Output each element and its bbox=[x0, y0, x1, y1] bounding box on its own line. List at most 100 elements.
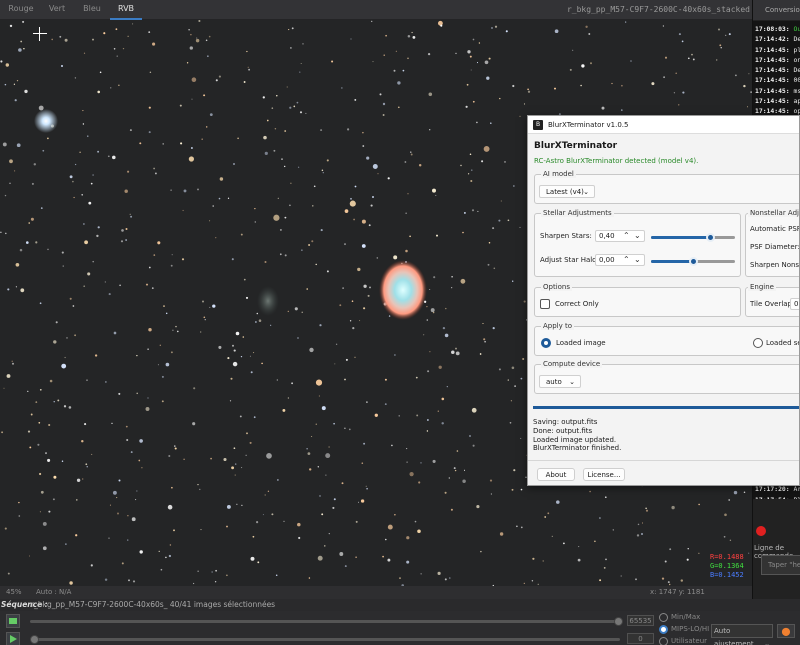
blue-value: B=0.1452 bbox=[710, 571, 744, 579]
dialog-separator bbox=[528, 460, 799, 461]
dialog-heading: BlurXTerminator bbox=[534, 141, 618, 151]
console-message: 00 bbox=[793, 76, 800, 85]
sharpen-stars-value: 0,40 bbox=[599, 232, 615, 240]
high-slider-track[interactable] bbox=[30, 620, 620, 623]
nonstellar-label: Nonstellar Adjustments bbox=[748, 209, 799, 217]
console-line: 17:17:54: Bl bbox=[755, 495, 800, 499]
console-line: 17:14:42: De bbox=[755, 34, 800, 44]
image-button[interactable] bbox=[6, 614, 20, 628]
sequence-text: r_bkg_pp_M57-C9F7-2600C-40x60s_ 40/41 im… bbox=[31, 600, 276, 609]
low-slider-handle[interactable] bbox=[30, 635, 39, 644]
zoom-level: 45% bbox=[6, 588, 22, 596]
apply-to-label: Apply to bbox=[541, 322, 575, 330]
sharpen-stars-slider[interactable] bbox=[651, 233, 735, 242]
compute-device-select[interactable]: auto ⌄ bbox=[539, 375, 581, 388]
play-icon bbox=[10, 635, 17, 643]
console-timestamp: 17:08:03: bbox=[755, 25, 790, 33]
console-message: Bl bbox=[790, 496, 800, 499]
dialog-titlebar[interactable]: B BlurXTerminator v1.0.5 bbox=[528, 116, 799, 134]
radio-minmax[interactable]: Min/Max bbox=[659, 612, 700, 622]
stellar-label: Stellar Adjustments bbox=[541, 209, 614, 217]
radio-user[interactable]: Utilisateur bbox=[659, 636, 707, 645]
app-icon: B bbox=[533, 120, 543, 130]
compute-device-label: Compute device bbox=[541, 360, 603, 368]
chevron-down-icon: ⌄ bbox=[764, 640, 770, 645]
tab-blue[interactable]: Bleu bbox=[74, 0, 110, 20]
sharpen-stars-handle[interactable] bbox=[705, 233, 715, 242]
log-line: Saving: output.fits bbox=[533, 418, 598, 426]
tile-overlap-value: 0, bbox=[794, 300, 799, 308]
star-halos-label: Adjust Star Halos: bbox=[540, 256, 603, 264]
console-message: Ou bbox=[793, 25, 800, 33]
console-timestamp: 17:17:20: bbox=[755, 485, 790, 494]
console-message: ms bbox=[793, 86, 800, 95]
tab-red[interactable]: Rouge bbox=[2, 0, 40, 20]
sharpen-nonstellar-label: Sharpen Nonstellar: bbox=[750, 261, 800, 269]
loaded-sequence-radio[interactable] bbox=[753, 338, 763, 348]
compute-device-group: Compute device auto ⌄ bbox=[534, 360, 799, 394]
tab-rgb[interactable]: RVB bbox=[110, 0, 142, 20]
progress-bar bbox=[533, 406, 799, 409]
high-value-field[interactable]: 65535 bbox=[627, 615, 654, 626]
red-value: R=0.1488 bbox=[710, 553, 744, 561]
increment-icon[interactable]: ⌃ bbox=[623, 254, 630, 265]
console-message: De bbox=[793, 35, 800, 44]
star-halos-value: 0,00 bbox=[599, 256, 615, 264]
tab-green[interactable]: Vert bbox=[40, 0, 74, 20]
crosshair-cursor-icon bbox=[33, 27, 47, 41]
correct-only-label: Correct Only bbox=[555, 300, 599, 308]
console-line: 17:14:45: De bbox=[755, 65, 800, 75]
play-button[interactable] bbox=[6, 632, 20, 645]
ai-model-group: AI model Latest (v4) ⌄ bbox=[534, 170, 799, 204]
options-group: Options Correct Only bbox=[534, 283, 741, 317]
license-button[interactable]: License... bbox=[583, 468, 625, 481]
console-timestamp: 17:14:45: bbox=[755, 66, 790, 75]
image-icon bbox=[9, 618, 17, 624]
high-slider-handle[interactable] bbox=[614, 617, 623, 626]
decrement-icon[interactable]: ⌄ bbox=[634, 230, 641, 241]
loaded-image-radio[interactable] bbox=[541, 338, 551, 348]
green-value: G=0.1364 bbox=[710, 562, 744, 570]
console-line: 17:14:45: ms bbox=[755, 86, 800, 96]
command-input[interactable]: Taper "help" bbox=[761, 555, 800, 575]
sharpen-stars-fill bbox=[651, 236, 710, 239]
sequence-bar: Séquence : r_bkg_pp_M57-C9F7-2600C-40x60… bbox=[0, 599, 800, 611]
image-status-bar: 45% Auto : N/A x: 1747 y: 1181 bbox=[0, 586, 752, 599]
star-halos-slider[interactable] bbox=[651, 257, 735, 266]
console-message: on bbox=[793, 55, 800, 64]
loaded-sequence-label: Loaded sequence bbox=[766, 339, 799, 347]
conversion-tab[interactable]: Conversion bbox=[753, 0, 800, 20]
cursor-coordinates: x: 1747 y: 1181 bbox=[650, 588, 705, 596]
console-line: 17:14:45: on bbox=[755, 55, 800, 65]
stop-icon[interactable] bbox=[756, 526, 766, 536]
about-button[interactable]: About bbox=[537, 468, 575, 481]
correct-only-checkbox[interactable] bbox=[540, 299, 550, 309]
auto-adjust-label: Auto ajustement bbox=[714, 627, 754, 645]
radio-mips[interactable]: MIPS-LO/HI bbox=[659, 624, 709, 634]
chevron-down-icon: ⌄ bbox=[569, 378, 575, 386]
low-value-field[interactable]: 0 bbox=[627, 633, 654, 644]
ai-model-select[interactable]: Latest (v4) ⌄ bbox=[539, 185, 595, 198]
psf-diameter-label: PSF Diameter: bbox=[750, 243, 800, 251]
nonstellar-group: Nonstellar Adjustments Automatic PSF: PS… bbox=[745, 209, 800, 277]
console-timestamp: 17:14:45: bbox=[755, 55, 790, 64]
auto-adjust-select[interactable]: Auto ajustement ⌄ bbox=[711, 624, 773, 645]
ring-nebula bbox=[379, 260, 427, 320]
ai-model-label: AI model bbox=[541, 170, 576, 178]
automatic-psf-label: Automatic PSF: bbox=[750, 225, 800, 233]
low-slider-track[interactable] bbox=[30, 638, 620, 641]
options-label: Options bbox=[541, 283, 573, 291]
color-palette-button[interactable]: ⬤ bbox=[777, 624, 795, 638]
sharpen-stars-label: Sharpen Stars: bbox=[540, 232, 592, 240]
console-line: 17:14:45: pl bbox=[755, 45, 800, 55]
star-halos-handle[interactable] bbox=[689, 257, 698, 266]
console-line: 17:14:45: ap bbox=[755, 96, 800, 106]
increment-icon[interactable]: ⌃ bbox=[623, 230, 630, 241]
log-line: BlurXTerminator finished. bbox=[533, 444, 622, 453]
console-message: ap bbox=[793, 97, 800, 106]
palette-icon: ⬤ bbox=[781, 627, 791, 636]
console-message: Ar bbox=[793, 485, 800, 494]
tile-overlap-field[interactable]: 0, bbox=[790, 298, 799, 310]
log-line: Loaded image updated. bbox=[533, 435, 617, 444]
decrement-icon[interactable]: ⌄ bbox=[634, 254, 641, 265]
